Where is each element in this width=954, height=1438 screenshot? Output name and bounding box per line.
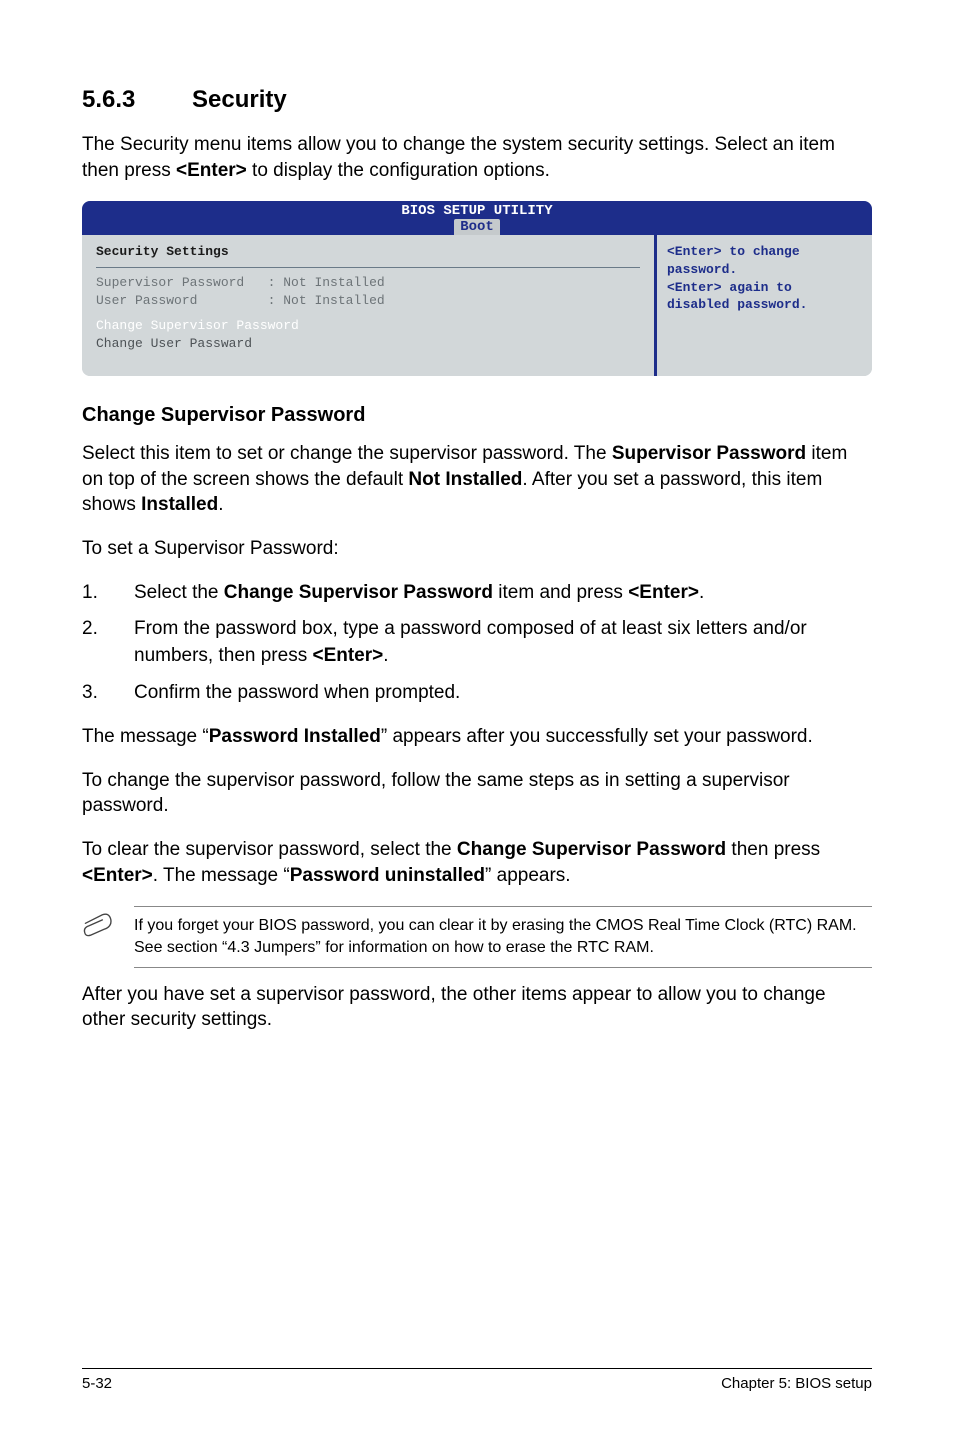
text: item and press — [493, 582, 628, 603]
step-text: Select the Change Supervisor Password it… — [134, 580, 872, 607]
section-heading: 5.6.3Security — [82, 86, 872, 114]
note-icon — [82, 906, 134, 945]
chapter-label: Chapter 5: BIOS setup — [721, 1375, 872, 1392]
text: Select the — [134, 582, 224, 603]
bios-divider — [96, 267, 640, 268]
step-item: 2. From the password box, type a passwor… — [82, 616, 872, 669]
bios-tab-boot: Boot — [454, 219, 500, 235]
bold-text: Supervisor Password — [612, 443, 806, 464]
change-supervisor-password-item: Change Supervisor Password — [96, 317, 640, 335]
change-user-password-item: Change User Passward — [96, 335, 640, 353]
text: The message “ — [82, 726, 209, 747]
text: ” appears. — [485, 865, 571, 886]
step-item: 1. Select the Change Supervisor Password… — [82, 580, 872, 607]
step-text: Confirm the password when prompted. — [134, 680, 872, 707]
page-footer: 5-32 Chapter 5: BIOS setup — [82, 1368, 872, 1392]
text: . — [699, 582, 704, 603]
closing-paragraph: After you have set a supervisor password… — [82, 982, 872, 1033]
enter-key: <Enter> — [176, 160, 247, 181]
section-number: 5.6.3 — [82, 86, 192, 114]
help-line: <Enter> to change — [667, 243, 862, 261]
paragraph: To change the supervisor password, follo… — [82, 768, 872, 819]
bold-text: Change Supervisor Password — [224, 582, 493, 603]
bold-text: Change Supervisor Password — [457, 839, 726, 860]
subsection-heading: Change Supervisor Password — [82, 404, 872, 427]
text: . — [383, 645, 388, 666]
spacer — [96, 309, 640, 317]
text: To clear the supervisor password, select… — [82, 839, 457, 860]
bios-body: Security Settings Supervisor Password : … — [82, 235, 872, 376]
text: ” appears after you successfully set you… — [381, 726, 813, 747]
user-password-row: User Password : Not Installed — [96, 292, 640, 310]
text: then press — [726, 839, 820, 860]
bios-titlebar: BIOS SETUP UTILITY Boot — [82, 201, 872, 235]
bold-text: Password Installed — [209, 726, 381, 747]
paragraph: The message “Password Installed” appears… — [82, 724, 872, 750]
text: . The message “ — [153, 865, 290, 886]
text: Select this item to set or change the su… — [82, 443, 612, 464]
section-title: Security — [192, 86, 287, 113]
intro-paragraph: The Security menu items allow you to cha… — [82, 132, 872, 183]
paragraph: To clear the supervisor password, select… — [82, 837, 872, 888]
bios-left-pane: Security Settings Supervisor Password : … — [82, 235, 654, 376]
paragraph: To set a Supervisor Password: — [82, 536, 872, 562]
supervisor-password-row: Supervisor Password : Not Installed — [96, 274, 640, 292]
paragraph: Select this item to set or change the su… — [82, 441, 872, 518]
bold-text: Password uninstalled — [290, 865, 485, 886]
bold-text: <Enter> — [628, 582, 699, 603]
text: . — [218, 494, 223, 515]
bold-text: Not Installed — [408, 469, 522, 490]
user-value: Not Installed — [283, 293, 384, 308]
bold-text: <Enter> — [312, 645, 383, 666]
supervisor-value: Not Installed — [283, 275, 384, 290]
sep: : — [244, 275, 283, 290]
help-line: <Enter> again to — [667, 279, 862, 297]
text: From the password box, type a password c… — [134, 618, 807, 666]
step-number: 2. — [82, 616, 134, 669]
note-text: If you forget your BIOS password, you ca… — [134, 906, 872, 967]
step-text: From the password box, type a password c… — [134, 616, 872, 669]
bios-screenshot: BIOS SETUP UTILITY Boot Security Setting… — [82, 201, 872, 376]
bold-text: <Enter> — [82, 865, 153, 886]
supervisor-label: Supervisor Password — [96, 275, 244, 290]
bios-help-pane: <Enter> to change password. <Enter> agai… — [654, 235, 872, 376]
user-label: User Password — [96, 293, 197, 308]
intro-text-end: to display the configuration options. — [247, 160, 550, 181]
page-number: 5-32 — [82, 1375, 112, 1392]
help-line: password. — [667, 261, 862, 279]
step-item: 3. Confirm the password when prompted. — [82, 680, 872, 707]
paperclip-icon — [82, 910, 116, 940]
help-line: disabled password. — [667, 296, 862, 314]
ordered-steps: 1. Select the Change Supervisor Password… — [82, 580, 872, 706]
step-number: 1. — [82, 580, 134, 607]
bios-title: BIOS SETUP UTILITY — [82, 203, 872, 219]
step-number: 3. — [82, 680, 134, 707]
bios-section-header: Security Settings — [96, 243, 640, 261]
bold-text: Installed — [141, 494, 218, 515]
document-page: 5.6.3Security The Security menu items al… — [0, 0, 954, 1438]
note-block: If you forget your BIOS password, you ca… — [82, 906, 872, 967]
sep: : — [197, 293, 283, 308]
